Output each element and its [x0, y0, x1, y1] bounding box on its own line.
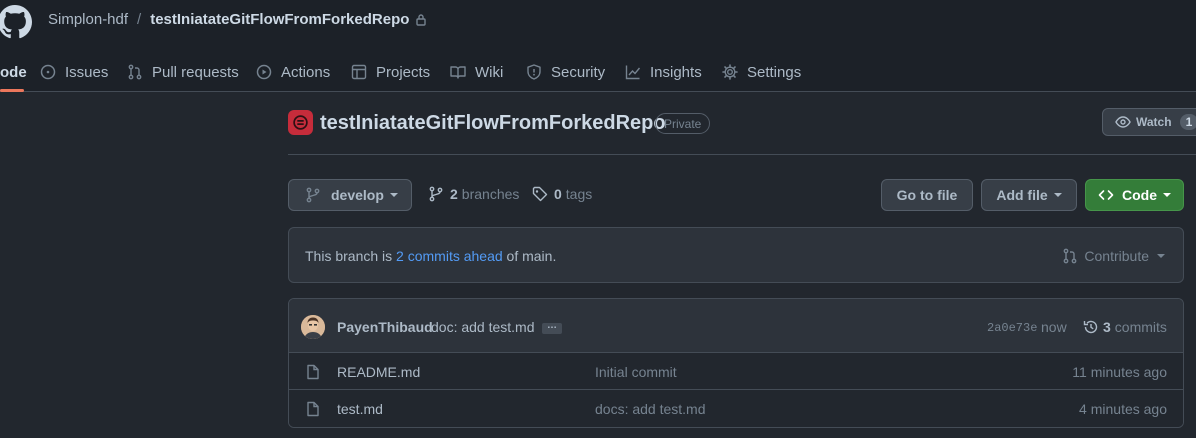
tab-code-label: ode [0, 63, 27, 81]
commit-message[interactable]: doc: add test.md [431, 319, 535, 335]
commit-sha[interactable]: 2a0e73e [987, 321, 1037, 335]
branches-label: branches [461, 186, 520, 202]
code-icon [1098, 187, 1114, 203]
chevron-down-icon [1053, 193, 1062, 197]
file-commit-message[interactable]: Initial commit [595, 364, 677, 380]
play-icon [256, 64, 272, 80]
file-age: 11 minutes ago [1072, 364, 1167, 380]
eye-icon [1115, 114, 1131, 130]
git-branch-icon [305, 187, 321, 203]
commit-time: now [1041, 319, 1067, 335]
expand-commit-button[interactable]: … [542, 321, 562, 334]
git-pull-request-icon [127, 64, 143, 80]
table-row[interactable]: README.md Initial commit 11 minutes ago [289, 353, 1183, 390]
contribute-dropdown[interactable]: Contribute [1062, 248, 1165, 264]
book-icon [450, 64, 466, 80]
branch-name: develop [331, 187, 384, 203]
commit-author[interactable]: PayenThibaud [337, 319, 433, 335]
lock-icon [415, 13, 427, 26]
tab-insights-label: Insights [650, 63, 702, 81]
tab-projects-label: Projects [376, 63, 431, 81]
code-button[interactable]: Code [1085, 179, 1184, 211]
go-to-file-button[interactable]: Go to file [881, 179, 973, 211]
tab-issues-label: Issues [65, 63, 109, 81]
watch-label: Watch [1136, 115, 1172, 129]
code-label: Code [1122, 187, 1157, 203]
tab-insights[interactable]: Insights [625, 52, 702, 92]
visibility-badge: Private [655, 113, 711, 134]
latest-commit-bar: PayenThibaud doc: add test.md … 2a0e73e … [289, 299, 1183, 353]
table-row[interactable]: test.md docs: add test.md 4 minutes ago [289, 390, 1183, 427]
divider [288, 154, 1196, 155]
chevron-down-icon [1157, 254, 1165, 258]
breadcrumb: Simplon-hdf / testIniatateGitFlowFromFor… [48, 11, 427, 28]
file-name[interactable]: test.md [337, 401, 383, 417]
breadcrumb-repo-link[interactable]: testIniatateGitFlowFromForkedRepo [150, 11, 409, 28]
branch-status-text: This branch is 2 commits ahead of main. [305, 248, 556, 264]
tab-security[interactable]: Security [526, 52, 605, 92]
branches-link[interactable]: 2 branches [428, 186, 519, 202]
tab-wiki-label: Wiki [475, 63, 504, 81]
file-commit-message[interactable]: docs: add test.md [595, 401, 706, 417]
tab-code[interactable]: ode [0, 52, 27, 92]
add-file-button[interactable]: Add file [981, 179, 1077, 211]
repo-title[interactable]: testIniatateGitFlowFromForkedRepo [320, 112, 666, 135]
tab-pull-requests[interactable]: Pull requests [127, 52, 239, 92]
add-file-label: Add file [996, 187, 1048, 203]
file-icon [305, 364, 321, 380]
avatar[interactable] [301, 315, 325, 339]
breadcrumb-owner-link[interactable]: Simplon-hdf [48, 11, 128, 28]
commit-count-label: commits [1114, 319, 1167, 335]
watch-button[interactable]: Watch 1 [1102, 108, 1196, 136]
repo-owner-avatar[interactable] [288, 110, 313, 135]
tab-issues[interactable]: Issues [40, 52, 108, 92]
tab-pull-requests-label: Pull requests [152, 63, 239, 81]
contribute-label: Contribute [1084, 248, 1149, 264]
tab-actions-label: Actions [281, 63, 331, 81]
table-icon [351, 64, 367, 80]
graph-icon [625, 64, 641, 80]
tab-projects[interactable]: Projects [351, 52, 430, 92]
branch-status-suffix: of main. [506, 248, 557, 264]
github-logo-icon[interactable] [0, 5, 32, 39]
file-name[interactable]: README.md [337, 364, 420, 380]
tags-count: 0 [554, 186, 562, 202]
tags-link[interactable]: 0 tags [532, 186, 592, 202]
commit-count: 3 [1103, 319, 1111, 335]
breadcrumb-separator: / [137, 11, 142, 28]
file-icon [305, 401, 321, 417]
repo-header: Simplon-hdf / testIniatateGitFlowFromFor… [0, 0, 1196, 92]
branch-status-prefix: This branch is [305, 248, 393, 264]
branch-select-button[interactable]: develop [288, 179, 412, 211]
active-tab-indicator [0, 89, 24, 92]
watch-count: 1 [1179, 114, 1196, 130]
file-age: 4 minutes ago [1079, 401, 1167, 417]
branch-status-box: This branch is 2 commits ahead of main. … [288, 227, 1184, 283]
tags-label: tags [565, 186, 593, 202]
tab-actions[interactable]: Actions [256, 52, 330, 92]
tab-settings-label: Settings [747, 63, 802, 81]
git-pull-request-icon [1062, 248, 1078, 264]
chevron-down-icon [1163, 193, 1171, 197]
gear-icon [722, 64, 738, 80]
commit-history-link[interactable]: 3 commits [1083, 319, 1167, 335]
commits-ahead-link[interactable]: 2 commits ahead [396, 248, 503, 264]
history-icon [1083, 319, 1099, 335]
tab-settings[interactable]: Settings [722, 52, 801, 92]
issue-opened-icon [40, 64, 56, 80]
tab-security-label: Security [551, 63, 606, 81]
git-branch-icon [428, 186, 444, 202]
tab-wiki[interactable]: Wiki [450, 52, 503, 92]
shield-icon [526, 64, 542, 80]
file-browser: PayenThibaud doc: add test.md … 2a0e73e … [288, 298, 1184, 428]
branches-count: 2 [450, 186, 458, 202]
chevron-down-icon [389, 193, 398, 197]
tag-icon [532, 186, 548, 202]
